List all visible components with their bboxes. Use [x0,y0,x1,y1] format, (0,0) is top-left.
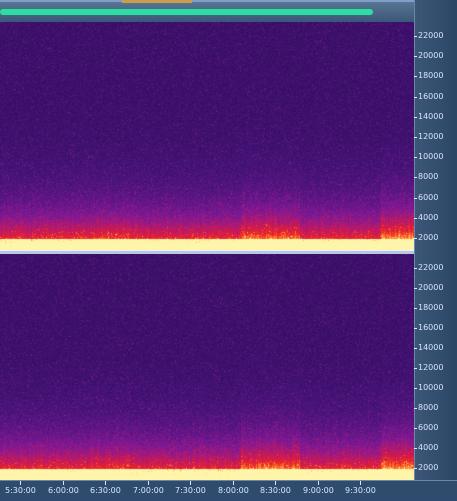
time-tick-label: 8:30:00 [260,481,291,495]
frequency-tick-label: 16000 [413,92,444,101]
frequency-tick-label: 22000 [413,31,444,40]
frequency-tick-label: 18000 [413,71,444,80]
time-tick-label: 7:00:00 [133,481,164,495]
progress-bar [0,9,373,15]
time-axis: 5:30:00 6:00:00 6:30:00 7:00:00 7:30:00 8:00:… [0,480,457,501]
frequency-tick-label: 10000 [413,383,444,392]
frequency-tick-label: 2000 [413,463,439,472]
frequency-tick-label: 12000 [413,132,444,141]
frequency-tick-label: 18000 [413,303,444,312]
frequency-tick-label: 12000 [413,363,444,372]
spectrogram-channel-2[interactable]: 22000 20000 18000 16000 14000 12000 10000 8000 6… [0,254,443,480]
frequency-tick-label: 10000 [413,152,444,161]
active-tab-indicator[interactable] [122,0,192,3]
frequency-tick-label: 20000 [413,283,444,292]
frequency-tick-label: 16000 [413,323,444,332]
frequency-scale-2: 22000 20000 18000 16000 14000 12000 10000 8000 6… [413,254,457,480]
frequency-tick-label: 8000 [413,172,439,181]
frequency-tick-label: 22000 [413,263,444,272]
frequency-scale-1: 22000 20000 18000 16000 14000 12000 10000 8000 6… [413,22,457,250]
frequency-tick-label: 20000 [413,51,444,60]
top-toolbar [0,0,457,22]
time-tick-label: 9:00:00 [303,481,334,495]
frequency-tick-label: 4000 [413,213,439,222]
time-tick-label: 8:00:00 [218,481,249,495]
time-tick-label: 6:30:00 [90,481,121,495]
spectrogram-canvas-2[interactable] [0,254,414,480]
frequency-tick-label: 2000 [413,233,439,242]
time-tick-label: 7:30:00 [175,481,206,495]
frequency-tick-label: 14000 [413,343,444,352]
frequency-tick-label: 14000 [413,112,444,121]
time-tick-label: 6:00:00 [48,481,79,495]
frequency-tick-label: 8000 [413,403,439,412]
spectrogram-channel-1[interactable]: 22000 20000 18000 16000 14000 12000 10000 8000 6… [0,22,443,250]
frequency-tick-label: 4000 [413,443,439,452]
frequency-tick-label: 6000 [413,423,439,432]
toolbar-rule [0,0,457,2]
frequency-tick-label: 6000 [413,193,439,202]
spectrogram-canvas-1[interactable] [0,22,414,250]
time-tick-label: 5:30:00 [5,481,36,495]
time-tick-label: 9:30:00 [345,481,376,495]
